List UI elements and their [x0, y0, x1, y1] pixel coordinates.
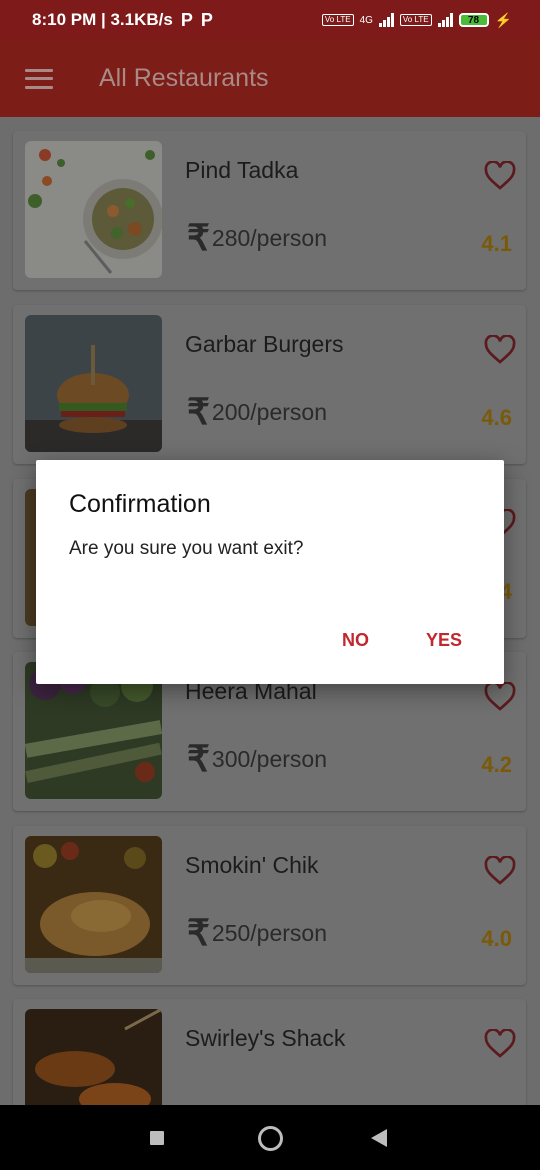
restaurant-price: ₹ 300/person [187, 738, 327, 779]
restaurant-card[interactable]: Swirley's Shack [13, 999, 526, 1105]
restaurant-price: ₹ 200/person [187, 391, 327, 432]
rupee-icon: ₹ [187, 738, 210, 779]
restaurant-price: ₹ 280/person [187, 217, 327, 258]
heart-icon[interactable] [484, 682, 516, 712]
restaurant-name: Swirley's Shack [185, 1025, 346, 1051]
no-button[interactable]: NO [342, 630, 369, 651]
paytm-notification-icon: P [180, 9, 193, 30]
status-left: 8:10 PM | 3.1KB/s P P [32, 10, 213, 31]
confirmation-dialog: Confirmation Are you sure you want exit?… [36, 460, 504, 684]
home-icon[interactable] [258, 1126, 283, 1151]
price-text: 250/person [211, 919, 327, 946]
restaurant-rating: 4.1 [481, 231, 512, 256]
restaurant-image-salad [25, 141, 162, 278]
restaurant-image-skewers [25, 1009, 162, 1105]
signal-icon-2 [437, 13, 453, 27]
system-nav-bar [0, 1105, 540, 1170]
signal-icon [378, 13, 394, 27]
restaurant-image-chicken [25, 836, 162, 973]
dialog-title: Confirmation [69, 490, 211, 518]
battery-icon: 78 [458, 13, 489, 27]
restaurant-rating: 4.6 [481, 405, 512, 430]
restaurant-rating: 4.2 [481, 752, 512, 777]
volte-badge: Vo LTE [321, 14, 354, 26]
rupee-icon: ₹ [187, 912, 210, 953]
restaurant-card[interactable]: Smokin' Chik ₹ 250/person 4.0 [13, 826, 526, 985]
restaurant-card[interactable]: Pind Tadka ₹ 280/person 4.1 [13, 131, 526, 290]
restaurant-name: Pind Tadka [185, 157, 299, 183]
dialog-message: Are you sure you want exit? [69, 538, 304, 559]
recents-icon[interactable] [150, 1131, 164, 1145]
heart-icon[interactable] [484, 1029, 516, 1059]
status-right: Vo LTE 4G Vo LTE 78 ⚡ [321, 11, 512, 29]
rupee-icon: ₹ [187, 217, 210, 258]
paytm-notification-icon-2: P [200, 9, 213, 30]
price-text: 300/person [211, 745, 327, 772]
restaurant-name: Smokin' Chik [185, 852, 319, 878]
heart-icon[interactable] [484, 335, 516, 365]
rupee-icon: ₹ [187, 391, 210, 432]
restaurant-name: Garbar Burgers [185, 331, 344, 357]
hamburger-menu-icon[interactable] [25, 68, 53, 89]
heart-icon[interactable] [484, 161, 516, 191]
network-type: 4G [359, 14, 373, 26]
page-title: All Restaurants [99, 64, 269, 92]
restaurant-card[interactable]: Garbar Burgers ₹ 200/person 4.6 [13, 305, 526, 464]
time-speed: 8:10 PM | 3.1KB/s [32, 10, 173, 29]
price-text: 200/person [211, 398, 327, 425]
restaurant-rating: 4.0 [481, 926, 512, 951]
restaurant-image-burger [25, 315, 162, 452]
app-toolbar: All Restaurants [0, 40, 540, 117]
price-text: 280/person [211, 224, 327, 251]
status-bar: 8:10 PM | 3.1KB/s P P Vo LTE 4G Vo LTE 7… [0, 0, 540, 40]
volte-badge-2: Vo LTE [399, 14, 432, 26]
charging-bolt-icon: ⚡ [494, 11, 512, 28]
back-icon[interactable] [371, 1129, 387, 1147]
yes-button[interactable]: YES [426, 630, 462, 651]
heart-icon[interactable] [484, 856, 516, 886]
restaurant-price: ₹ 250/person [187, 912, 327, 953]
